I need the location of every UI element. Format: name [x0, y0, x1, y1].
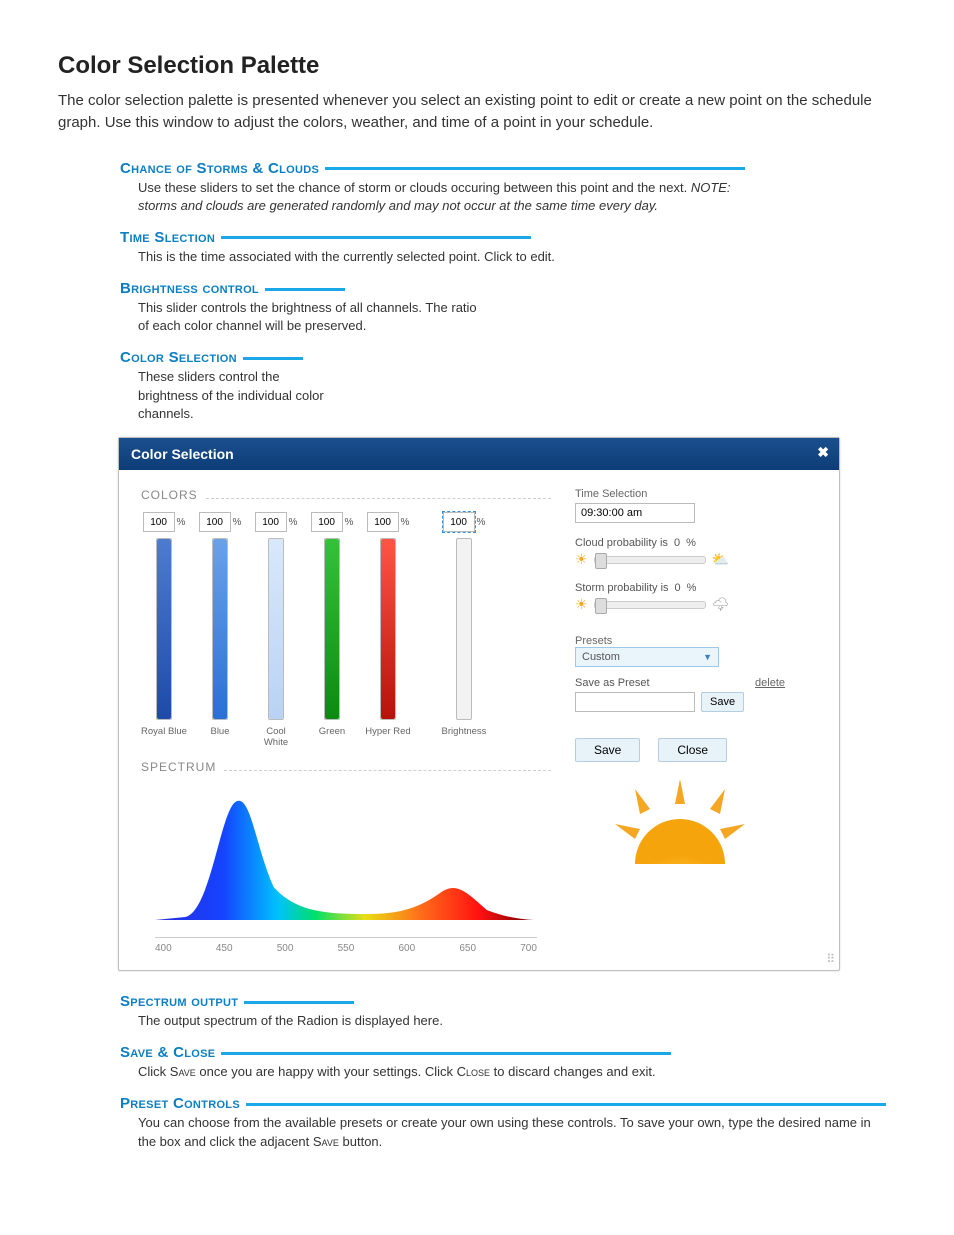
colors-group-label: COLORS — [141, 488, 198, 502]
callout-spectrum: Spectrum output The output spectrum of t… — [58, 993, 896, 1030]
callout-presets: Preset Controls You can choose from the … — [58, 1095, 896, 1150]
page-intro: The color selection palette is presented… — [58, 90, 896, 134]
storm-cloud-icon: 🌩 — [712, 596, 730, 613]
brightness-channel: %Brightness — [441, 512, 487, 738]
callout-storms: Chance of Storms & Clouds Use these slid… — [58, 160, 896, 215]
channel-label: Royal Blue — [141, 726, 187, 738]
callout-spectrum-body: The output spectrum of the Radion is dis… — [138, 1012, 758, 1030]
dialog-titlebar: Color Selection ✖ — [119, 438, 839, 470]
cloud-prob-row: Cloud probability is 0 % — [575, 537, 785, 549]
save-button[interactable]: Save — [575, 738, 640, 762]
cloud-sun-icon: ⛅ — [712, 551, 729, 568]
resize-grip-icon[interactable]: ⠿ — [826, 952, 835, 966]
callout-time-body: This is the time associated with the cur… — [138, 248, 758, 266]
channel-label: Cool White — [253, 726, 299, 748]
time-selection-input[interactable] — [575, 503, 695, 523]
delete-preset-link[interactable]: delete — [755, 677, 785, 689]
color-selection-dialog: Color Selection ✖ COLORS %Royal Blue%Blu… — [118, 437, 840, 971]
callout-saveclose-heading: Save & Close — [120, 1044, 896, 1061]
callout-spectrum-heading: Spectrum output — [120, 993, 896, 1010]
channel-hyper-red: %Hyper Red — [365, 512, 411, 738]
brightness-value-input[interactable] — [443, 512, 475, 532]
callout-colorselection: Color Selection These sliders control th… — [58, 349, 896, 423]
channel-value-input[interactable] — [367, 512, 399, 532]
callout-colorselection-heading: Color Selection — [120, 349, 896, 366]
callout-colorselection-body: These sliders control the brightness of … — [138, 368, 328, 423]
brightness-label: Brightness — [442, 726, 487, 738]
storm-slider[interactable] — [594, 601, 706, 609]
callout-storms-heading: Chance of Storms & Clouds — [120, 160, 896, 177]
storm-prob-row: Storm probability is 0 % — [575, 582, 785, 594]
channel-value-input[interactable] — [311, 512, 343, 532]
spectrum-tick: 700 — [520, 943, 537, 954]
spectrum-tick: 450 — [216, 943, 233, 954]
callout-presets-body: You can choose from the available preset… — [138, 1114, 878, 1150]
channel-value-input[interactable] — [199, 512, 231, 532]
save-as-preset-input[interactable] — [575, 692, 695, 712]
callout-saveclose: Save & Close Click Save once you are hap… — [58, 1044, 896, 1081]
channel-label: Hyper Red — [365, 726, 410, 738]
cloud-slider[interactable] — [594, 556, 706, 564]
sun-icon: ☀ — [575, 596, 588, 613]
presets-label: Presets — [575, 635, 612, 647]
callout-storms-body: Use these sliders to set the chance of s… — [138, 179, 758, 215]
callout-brightness: Brightness control This slider controls … — [58, 280, 896, 335]
page-title: Color Selection Palette — [58, 52, 896, 80]
callout-time-heading: Time Slection — [120, 229, 896, 246]
channel-label: Green — [319, 726, 345, 738]
time-selection-label: Time Selection — [575, 488, 785, 500]
callout-brightness-body: This slider controls the brightness of a… — [138, 299, 478, 335]
channel-value-input[interactable] — [143, 512, 175, 532]
chevron-down-icon: ▼ — [703, 652, 712, 662]
close-button[interactable]: Close — [658, 738, 727, 762]
channel-label: Blue — [210, 726, 229, 738]
callout-saveclose-body: Click Save once you are happy with your … — [138, 1063, 758, 1081]
spectrum-tick: 650 — [459, 943, 476, 954]
save-as-preset-label: Save as Preset — [575, 677, 650, 689]
spectrum-tick: 600 — [399, 943, 416, 954]
channel-cool-white: %Cool White — [253, 512, 299, 748]
sun-icon: ☀ — [575, 551, 588, 568]
sun-illustration — [575, 774, 785, 867]
channel-slider[interactable] — [380, 538, 396, 720]
spectrum-tick: 550 — [338, 943, 355, 954]
brightness-slider[interactable] — [456, 538, 472, 720]
callout-brightness-heading: Brightness control — [120, 280, 896, 297]
dialog-title-text: Color Selection — [131, 446, 234, 462]
spectrum-tick: 400 — [155, 943, 172, 954]
channel-value-input[interactable] — [255, 512, 287, 532]
spectrum-group-label: SPECTRUM — [141, 760, 216, 774]
callout-presets-heading: Preset Controls — [120, 1095, 896, 1112]
channel-slider[interactable] — [156, 538, 172, 720]
channel-green: %Green — [309, 512, 355, 738]
save-preset-button[interactable]: Save — [701, 692, 744, 712]
color-channels: %Royal Blue%Blue%Cool White%Green%Hyper … — [141, 512, 551, 748]
channel-slider[interactable] — [268, 538, 284, 720]
channel-slider[interactable] — [212, 538, 228, 720]
spectrum-tick: 500 — [277, 943, 294, 954]
presets-select[interactable]: Custom ▼ — [575, 647, 719, 667]
channel-royal-blue: %Royal Blue — [141, 512, 187, 738]
spectrum-ticks: 400 450 500 550 600 650 700 — [155, 943, 537, 954]
callout-time: Time Slection This is the time associate… — [58, 229, 896, 266]
spectrum-chart: 400 450 500 550 600 650 700 — [141, 786, 551, 956]
spectrum-curve — [155, 792, 537, 922]
time-selection-field: Time Selection — [575, 488, 785, 523]
channel-slider[interactable] — [324, 538, 340, 720]
close-icon[interactable]: ✖ — [817, 444, 829, 461]
channel-blue: %Blue — [197, 512, 243, 738]
